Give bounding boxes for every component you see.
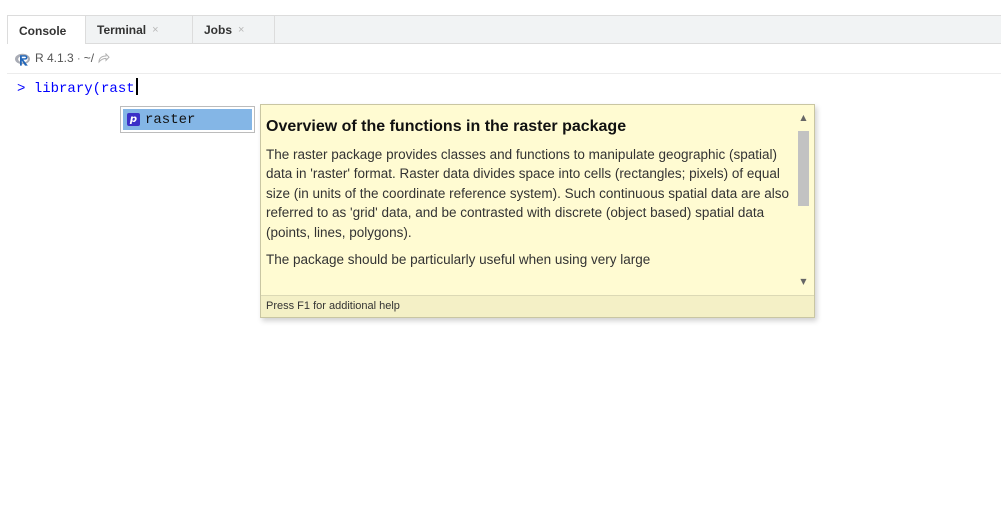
tab-jobs-label: Jobs bbox=[204, 22, 233, 37]
help-title: Overview of the functions in the raster … bbox=[266, 118, 627, 135]
console-prompt: > bbox=[17, 81, 26, 97]
separator: · bbox=[76, 51, 81, 65]
console-input-line[interactable]: > library(rast bbox=[17, 78, 138, 97]
tab-jobs[interactable]: Jobs × bbox=[193, 15, 275, 44]
console-input-text[interactable]: library(rast bbox=[34, 81, 135, 97]
tab-terminal[interactable]: Terminal × bbox=[86, 15, 193, 44]
autocomplete-item[interactable]: p raster bbox=[123, 109, 252, 130]
help-paragraph: The raster package provides classes and … bbox=[266, 147, 790, 240]
close-icon[interactable]: × bbox=[238, 24, 244, 36]
r-logo-icon bbox=[15, 53, 30, 66]
scroll-up-arrow-icon[interactable]: ▲ bbox=[795, 109, 812, 126]
r-version: R 4.1.3 bbox=[35, 51, 74, 65]
tab-bar: Console Terminal × Jobs × bbox=[7, 15, 1001, 45]
help-scrollbar[interactable]: ▲ ▼ bbox=[795, 109, 812, 290]
help-paragraph: The package should be particularly usefu… bbox=[266, 252, 651, 268]
console-pane: Console Terminal × Jobs × R 4.1.3 · ~/ > l… bbox=[0, 0, 1001, 522]
autocomplete-item-label: raster bbox=[145, 111, 196, 128]
help-popup: Overview of the functions in the raster … bbox=[260, 104, 815, 318]
tab-console-label: Console bbox=[19, 23, 67, 38]
working-directory[interactable]: ~/ bbox=[84, 51, 94, 65]
help-body: The raster package provides classes and … bbox=[266, 145, 791, 269]
help-content: Overview of the functions in the raster … bbox=[266, 109, 791, 294]
text-cursor bbox=[135, 78, 138, 95]
help-footer: Press F1 for additional help bbox=[261, 295, 814, 317]
pane-left-edge bbox=[0, 0, 7, 522]
scroll-thumb[interactable] bbox=[798, 131, 809, 206]
console-toolbar: R 4.1.3 · ~/ bbox=[7, 44, 1001, 74]
tab-terminal-label: Terminal bbox=[97, 22, 147, 37]
package-icon: p bbox=[127, 113, 140, 126]
autocomplete-list[interactable]: p raster bbox=[120, 106, 255, 133]
tab-console[interactable]: Console bbox=[7, 15, 86, 45]
close-icon[interactable]: × bbox=[152, 24, 158, 36]
external-link-icon[interactable] bbox=[97, 53, 110, 64]
r-version-info: R 4.1.3 · ~/ bbox=[35, 51, 110, 65]
scroll-down-arrow-icon[interactable]: ▼ bbox=[795, 273, 812, 290]
